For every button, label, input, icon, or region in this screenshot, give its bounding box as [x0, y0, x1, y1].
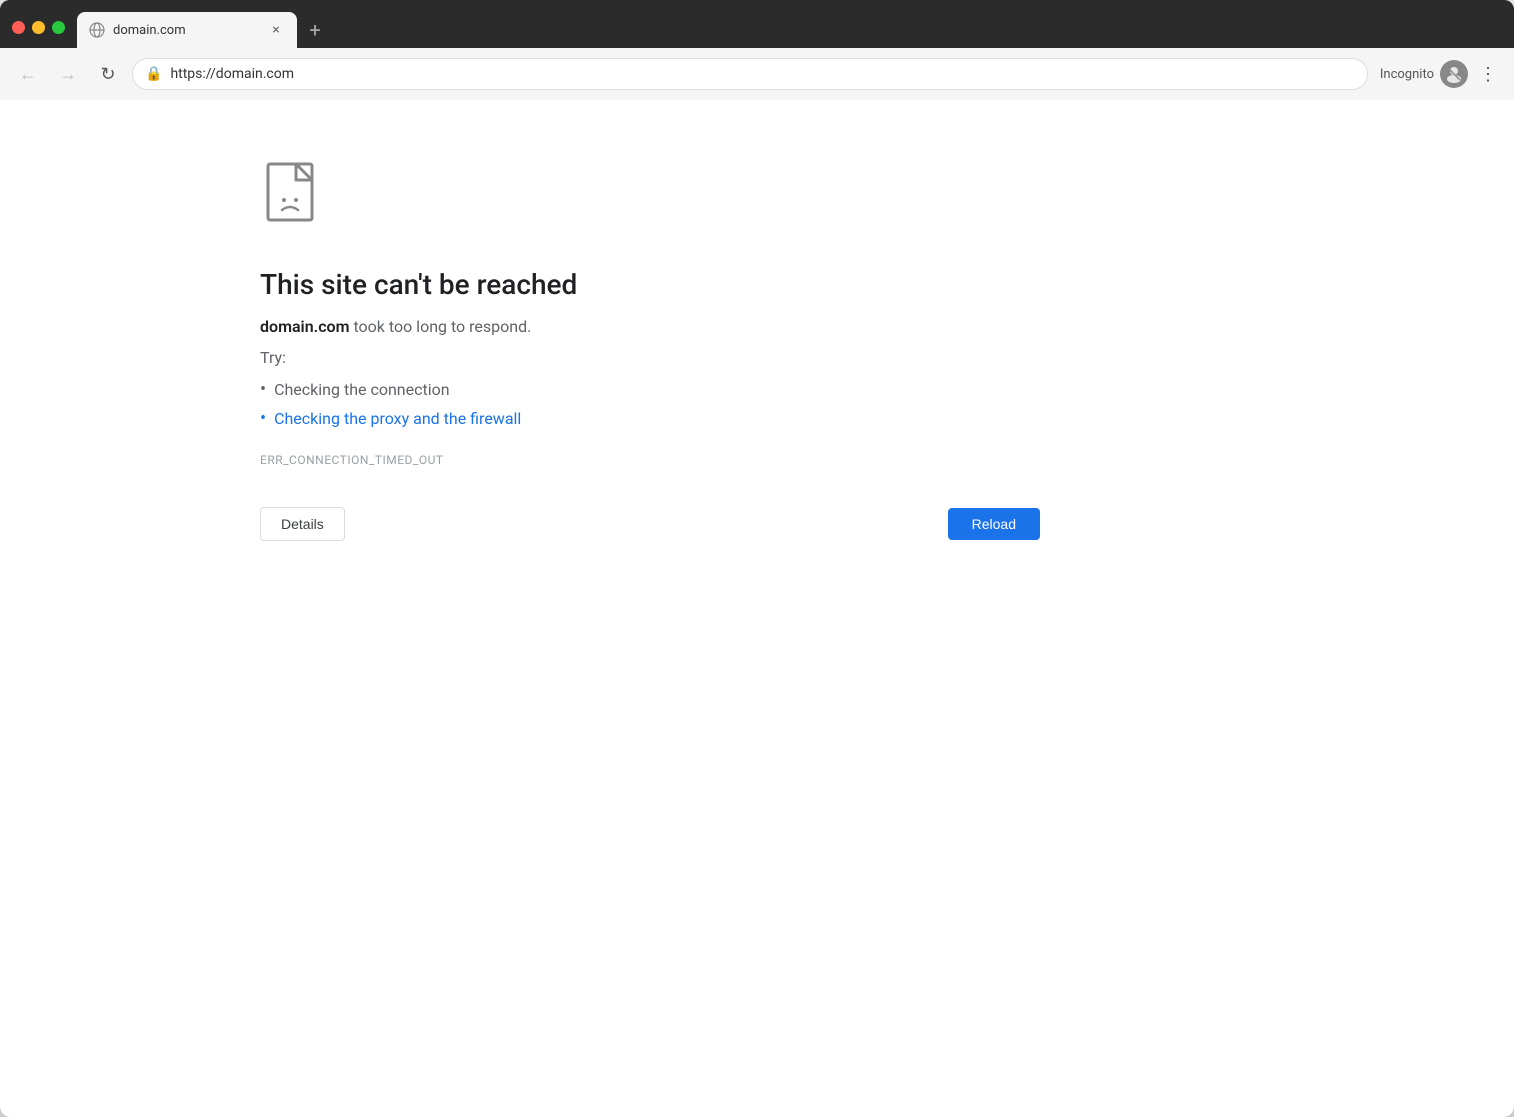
back-icon: ←: [19, 64, 37, 85]
error-description-text: took too long to respond.: [350, 317, 532, 336]
page-content: This site can't be reached domain.com to…: [0, 100, 1514, 1117]
proxy-firewall-link[interactable]: Checking the proxy and the firewall: [274, 409, 521, 428]
error-description: domain.com took too long to respond.: [260, 317, 1514, 336]
reload-button[interactable]: ↻: [92, 58, 124, 90]
maximize-window-button[interactable]: [52, 21, 65, 34]
toolbar-right: Incognito ⋮: [1380, 60, 1502, 88]
minimize-window-button[interactable]: [32, 21, 45, 34]
active-tab[interactable]: domain.com ×: [77, 12, 297, 48]
reload-page-button[interactable]: Reload: [948, 508, 1040, 540]
error-title: This site can't be reached: [260, 268, 1514, 301]
browser-window: domain.com × + ← → ↻ 🔒 https://domain.co…: [0, 0, 1514, 1117]
tab-strip: domain.com × +: [77, 12, 1502, 48]
error-container: This site can't be reached domain.com to…: [0, 100, 1514, 1117]
tab-favicon-icon: [89, 22, 105, 38]
incognito-icon: [1440, 60, 1468, 88]
menu-icon: ⋮: [1479, 64, 1497, 85]
lock-icon: 🔒: [145, 66, 162, 82]
reload-icon: ↻: [100, 64, 115, 85]
list-item: Checking the connection: [260, 375, 1514, 404]
suggestion-text-1: Checking the connection: [274, 380, 450, 399]
tab-title: domain.com: [113, 23, 259, 38]
incognito-label: Incognito: [1380, 67, 1434, 82]
error-icon: [260, 160, 332, 232]
details-button[interactable]: Details: [260, 507, 345, 541]
list-item: Checking the proxy and the firewall: [260, 404, 1514, 433]
back-button[interactable]: ←: [12, 58, 44, 90]
menu-button[interactable]: ⋮: [1474, 60, 1502, 88]
title-bar: domain.com × +: [0, 0, 1514, 48]
error-try-label: Try:: [260, 348, 1514, 367]
forward-button[interactable]: →: [52, 58, 84, 90]
error-suggestions-list: Checking the connection Checking the pro…: [260, 375, 1514, 433]
address-bar[interactable]: 🔒 https://domain.com: [132, 58, 1368, 90]
url-text: https://domain.com: [170, 66, 1354, 82]
tab-close-button[interactable]: ×: [267, 21, 285, 39]
window-controls: [12, 21, 65, 48]
error-domain: domain.com: [260, 317, 350, 336]
error-code: ERR_CONNECTION_TIMED_OUT: [260, 453, 1514, 467]
toolbar: ← → ↻ 🔒 https://domain.com Incognito ⋮: [0, 48, 1514, 100]
forward-icon: →: [59, 64, 77, 85]
new-tab-button[interactable]: +: [301, 16, 329, 44]
close-window-button[interactable]: [12, 21, 25, 34]
error-actions: Details Reload: [260, 507, 1040, 541]
